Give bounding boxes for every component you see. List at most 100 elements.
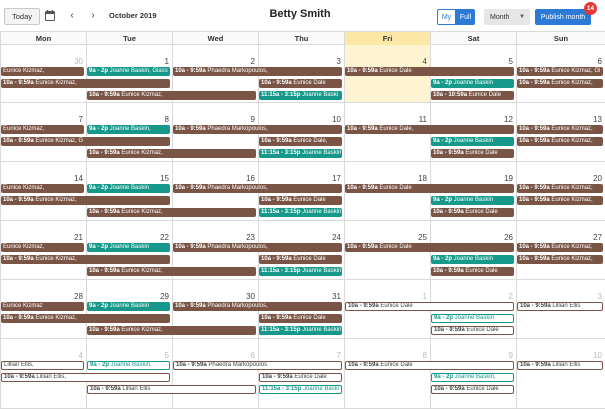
event-title: Eunice Kizmaz, (549, 256, 593, 262)
shift-event[interactable]: 10a - 9:59a Eunice Dale (259, 255, 342, 264)
shift-event[interactable]: 11:15a - 3:15p Joanne Baskin (259, 149, 342, 158)
shift-event[interactable]: 10a - 9:59a Eunice Dale (345, 302, 514, 311)
chevron-left-icon[interactable]: ‹ (67, 9, 77, 21)
shift-event[interactable]: 10a - 9:59a Eunice Dale (431, 208, 514, 217)
shift-event[interactable]: 10a - 9:59a Eunice Dale (345, 67, 514, 76)
today-button[interactable]: Today (4, 8, 40, 25)
shift-event[interactable]: 10a - 9:59a Eunice Kizmaz, (517, 196, 603, 205)
shift-event[interactable]: 9a - 2p Joanne Baskin, (87, 361, 170, 370)
view-select[interactable]: Month ▼ (484, 9, 530, 25)
shift-event[interactable]: 10a - 9:59a Phaedra Markopoulos (173, 361, 342, 370)
chevron-right-icon[interactable]: › (88, 9, 98, 21)
shift-event[interactable]: Eunice Kizmaz, (1, 184, 84, 193)
shift-event[interactable]: 10a - 9:59a Eunice Kizmaz, G (1, 137, 170, 146)
shift-event[interactable]: 10a - 9:59a Eunice Dale, (259, 137, 342, 146)
shift-event[interactable]: 10a - 9:59a Eunice Dale, (345, 125, 514, 134)
shift-event[interactable]: 10a - 9:59a Eunice Kizmaz, (517, 243, 603, 252)
shift-event[interactable]: 10a - 9:59a Eunice Kizmaz, (87, 91, 256, 100)
shift-event[interactable]: 10a - 9:59a Eunice Kizmaz, Gl (517, 67, 603, 76)
shift-event[interactable]: 11:15a - 3:15p Joanne Baski (259, 91, 342, 100)
event-time: 10a - 9:59a (519, 185, 550, 191)
event-title: Eunice Dale, (291, 138, 328, 144)
shift-event[interactable]: 10a - 9:59a Eunice Kizmaz, (1, 79, 170, 88)
event-time: 10a - 9:59a (3, 197, 34, 203)
shift-event[interactable]: 9a - 2p Joanne Baskin, (87, 125, 170, 134)
shift-event[interactable]: Eunice Kizmaz (1, 302, 84, 311)
event-title: Eunice Dale (467, 92, 502, 98)
shift-event[interactable]: 10a - 9:59a Eunice Dale (259, 196, 342, 205)
shift-event[interactable]: 10a - 9:59a Eunice Dale (431, 149, 514, 158)
event-title: Joanne Baski (300, 92, 339, 98)
shift-event[interactable]: 9a - 2p Joanne Baskin (431, 255, 514, 264)
shift-event[interactable]: 10a - 9:59a Eunice Kizmaz, (517, 255, 603, 264)
shift-event[interactable]: 10a - 9:59a Eunice Dale (259, 314, 342, 323)
shift-event[interactable]: 10a - 9:59a Phaedra Markopoulos, (173, 243, 342, 252)
calendar-icon[interactable] (45, 10, 55, 21)
shift-event[interactable]: 10a - 9:59a Eunice Dale (259, 373, 342, 382)
day-number: 17 (332, 174, 341, 183)
event-time: 10a - 9:59a (347, 126, 378, 132)
shift-event[interactable]: 10a - 9:59a Eunice Dale (345, 361, 514, 370)
event-title: Joanne Baskin (452, 256, 494, 262)
shift-event[interactable]: 10a - 9:59a Eunice Kizmaz, (517, 79, 603, 88)
shift-event[interactable]: 10a - 9:59a Eunice Kizmaz, (1, 196, 170, 205)
shift-event[interactable]: 10a - 9:59a Lillian Ellis (87, 385, 256, 394)
shift-event[interactable]: 10a - 9:59a Lillian Ellis, (1, 373, 170, 382)
shift-event[interactable]: 11:15a - 3:15p Joanne Baskin (259, 208, 342, 217)
shift-event[interactable]: 9a - 2p Joanne Baskin (431, 196, 514, 205)
shift-event[interactable]: 10a - 9:59a Eunice Kizmaz, (87, 149, 256, 158)
shift-event[interactable]: 10a - 9:59a Phaedra Markopoulos, (173, 67, 342, 76)
event-title: Eunice Kizmaz, (549, 244, 593, 250)
shift-event[interactable]: 9a - 2p Joanne Baskin (87, 243, 170, 252)
shift-event[interactable]: Eunice Kizmaz, (1, 125, 84, 134)
shift-event[interactable]: 10a - 9:59a Eunice Kizmaz, (517, 137, 603, 146)
shift-event[interactable]: 10a - 9:59a Eunice Dale (259, 79, 342, 88)
day-cell[interactable]: 8 (344, 339, 430, 409)
shift-event[interactable]: 11:15a - 3:15p Joanne Baskin (259, 326, 342, 335)
event-time: 10a - 9:59a (519, 197, 550, 203)
shift-event[interactable]: Eunice Kizmaz, (1, 243, 84, 252)
shift-event[interactable]: 9a - 2p Joanne Baskin (87, 184, 170, 193)
shift-event[interactable]: Eunice Kizmaz, (1, 67, 84, 76)
event-time: 10a - 9:59a (519, 68, 550, 74)
event-time: 10a - 9:59a (347, 244, 378, 250)
shift-event[interactable]: 10a - 9:59a Lillian Ellis (517, 361, 603, 370)
shift-event[interactable]: 10a - 9:59a Eunice Kizmaz, (87, 326, 256, 335)
shift-event[interactable]: 10a - 9:59a Eunice Kizmaz, (87, 208, 256, 217)
shift-event[interactable]: 10a - 9:59a Phaedra Markopoulos, (173, 302, 342, 311)
shift-event[interactable]: 9a - 2p Joanne Baskin (431, 137, 514, 146)
shift-event[interactable]: 10a - 9:59a Eunice Kizmaz, (517, 125, 603, 134)
shift-event[interactable]: 10a - 9:59a Phaedra Markopoulos, (173, 184, 342, 193)
shift-event[interactable]: 9a - 2p Joanne Baskin, Glass (87, 67, 170, 76)
shift-event[interactable]: 9a - 2p Joanne Baskin (431, 79, 514, 88)
shift-event[interactable]: 10a - 9:59a Eunice Kizmaz, (517, 184, 603, 193)
shift-event[interactable]: 10a - 9:59a Eunice Dale (431, 267, 514, 276)
shift-event[interactable]: Lillian Ellis, (1, 361, 84, 370)
shift-event[interactable]: 10a - 10:59a Eunice Dale (431, 91, 514, 100)
shift-event[interactable]: 10a - 9:59a Eunice Kizmaz, (87, 267, 256, 276)
day-cell[interactable]: 10 (516, 339, 605, 409)
shift-event[interactable]: 10a - 9:59a Eunice Dale (345, 243, 514, 252)
event-time: 10a - 9:59a (89, 209, 120, 215)
day-number: 1 (164, 57, 169, 66)
day-cell[interactable]: 6 (172, 339, 258, 409)
shift-event[interactable]: 10a - 9:59a Phaedra Markopoulos, (173, 125, 342, 134)
toggle-my[interactable]: My (437, 9, 456, 25)
event-title: Joanne Baskin (108, 185, 150, 191)
day-number: 24 (332, 233, 341, 242)
shift-event[interactable]: 9a - 2p Joanne Baskin (431, 314, 514, 323)
shift-event[interactable]: 10a - 9:59a Eunice Kizmaz, (1, 314, 170, 323)
shift-event[interactable]: 10a - 9:59a Lillian Ellis (517, 302, 603, 311)
shift-event[interactable]: 10a - 9:59a Eunice Dale (431, 385, 514, 394)
toggle-full[interactable]: Full (456, 9, 475, 25)
shift-event[interactable]: 11:15a - 3:15p Joanne Baski (259, 385, 342, 394)
publish-month-button[interactable]: Publish month (535, 9, 591, 25)
shift-event[interactable]: 9a - 2p Joanne Baskin (87, 302, 170, 311)
shift-event[interactable]: 10a - 9:59a Eunice Kizmaz, (1, 255, 170, 264)
shift-event[interactable]: 9a - 2p Joanne Baskin, (431, 373, 514, 382)
shift-event[interactable]: 11:15a - 3:15p Joanne Baskin (259, 267, 342, 276)
shift-event[interactable]: 10a - 9:59a Eunice Dale (431, 326, 514, 335)
shift-event[interactable]: 10a - 9:59a Eunice Dale (345, 184, 514, 193)
event-title: Eunice Dale (464, 386, 499, 392)
day-number: 6 (250, 351, 255, 360)
